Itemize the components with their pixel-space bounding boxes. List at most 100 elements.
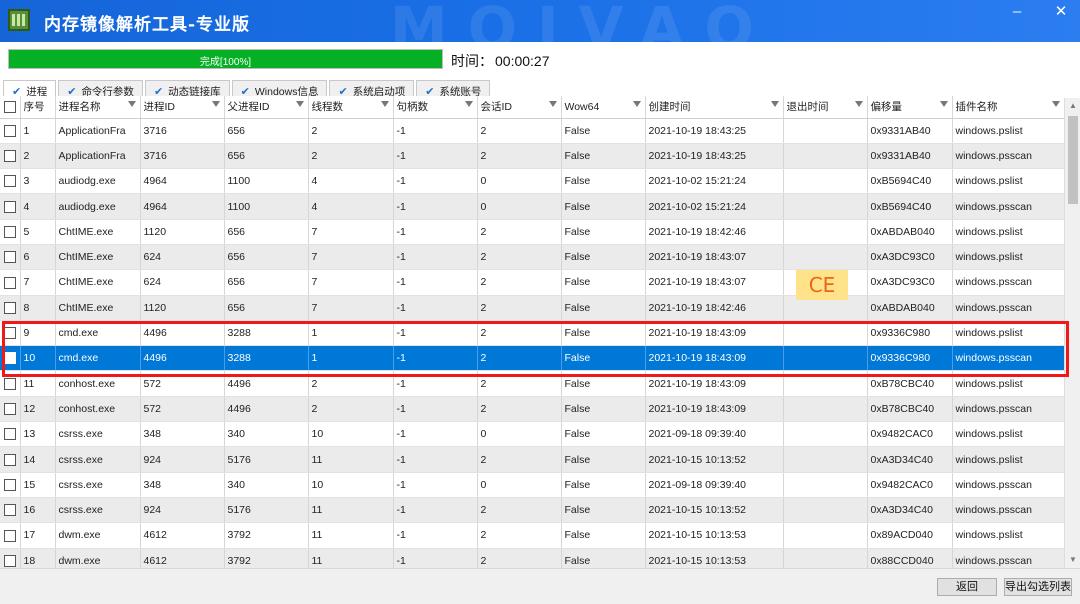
table-row[interactable]: 18 dwm.exe 4612 3792 11 -1 2 False 2021-10-15 10… [0, 548, 1064, 568]
row-checkbox[interactable] [3, 175, 16, 188]
row-checkbox[interactable] [3, 276, 16, 289]
table-cell: 5 [20, 219, 56, 245]
table-cell [783, 421, 868, 448]
table-cell: -1 [393, 396, 478, 423]
filter-icon[interactable] [1051, 101, 1060, 107]
table-row[interactable]: 15 csrss.exe 348 340 10 -1 0 False 2021-09-18 09… [0, 472, 1064, 498]
column-header-label: 创建时间 [648, 101, 691, 114]
column-header[interactable]: 线程数 [308, 96, 394, 119]
row-checkbox[interactable] [3, 377, 16, 390]
row-checkbox[interactable] [3, 453, 16, 466]
row-checkbox[interactable] [3, 554, 16, 567]
table-row[interactable]: 12 conhost.exe 572 4496 2 -1 2 False 2021-10-19 … [0, 396, 1064, 423]
table-row[interactable]: 3 audiodg.exe 4964 1100 4 -1 0 False 2021-10-02 … [0, 168, 1064, 195]
table-cell: ChtIME.exe [55, 219, 141, 245]
table-cell: windows.pslist [952, 219, 1064, 245]
column-header[interactable]: 退出时间 [783, 96, 868, 119]
row-checkbox[interactable] [3, 225, 16, 238]
row-checkbox[interactable] [3, 327, 16, 340]
table-cell: 0xABDAB040 [867, 295, 953, 321]
table-cell: 3716 [140, 143, 225, 170]
table-row[interactable]: 16 csrss.exe 924 5176 11 -1 2 False 2021-10-15 1… [0, 497, 1064, 524]
row-checkbox[interactable] [3, 150, 16, 163]
column-header[interactable]: 序号 [20, 96, 56, 119]
row-checkbox[interactable] [3, 200, 16, 213]
table-row[interactable]: 4 audiodg.exe 4964 1100 4 -1 0 False 2021-10-02 … [0, 193, 1064, 220]
table-cell: ChtIME.exe [55, 295, 141, 321]
filter-icon[interactable] [939, 101, 948, 107]
close-icon[interactable]: ✕ [1044, 0, 1078, 26]
column-header[interactable]: 会话ID [477, 96, 562, 119]
back-button[interactable]: 返回 [937, 578, 997, 596]
table-cell: 2021-10-19 18:43:25 [645, 118, 784, 144]
table-cell: windows.pslist [952, 421, 1064, 448]
scroll-up-icon[interactable]: ▲ [1065, 98, 1080, 114]
row-checkbox[interactable] [3, 529, 16, 542]
table-row[interactable]: 8 ChtIME.exe 1120 656 7 -1 2 False 2021-10-19 18… [0, 295, 1064, 321]
vertical-scrollbar[interactable]: ▲ ▼ [1064, 98, 1080, 568]
table-cell: 2 [477, 548, 562, 568]
table-row[interactable]: 17 dwm.exe 4612 3792 11 -1 2 False 2021-10-15 10… [0, 522, 1064, 549]
table-row[interactable]: 7 ChtIME.exe 624 656 7 -1 2 False 2021-10-19 18:… [0, 269, 1064, 296]
select-all-checkbox[interactable] [3, 100, 16, 113]
column-header[interactable]: 偏移量 [867, 96, 953, 119]
filter-icon[interactable] [127, 101, 136, 107]
filter-icon[interactable] [770, 101, 779, 107]
table-cell: -1 [393, 295, 478, 321]
row-checkbox[interactable] [3, 403, 16, 416]
column-header[interactable]: 父进程ID [224, 96, 309, 119]
table-cell: 4964 [140, 168, 225, 195]
row-checkbox[interactable] [3, 124, 16, 137]
table-row[interactable]: 10 cmd.exe 4496 3288 1 -1 2 False 2021-10-19 18:… [0, 345, 1064, 372]
window-title: 内存镜像解析工具-专业版 [44, 15, 251, 35]
filter-icon[interactable] [211, 101, 220, 107]
scroll-thumb[interactable] [1068, 116, 1078, 204]
table-cell: 0 [477, 168, 562, 195]
table-cell: 3792 [224, 522, 309, 549]
row-checkbox[interactable] [3, 428, 16, 441]
table-cell: windows.psscan [952, 345, 1064, 372]
table-row[interactable]: 2 ApplicationFra 3716 656 2 -1 2 False 2021-10-1… [0, 143, 1064, 170]
table-row[interactable]: 5 ChtIME.exe 1120 656 7 -1 2 False 2021-10-19 18… [0, 219, 1064, 245]
table-cell: 3288 [224, 345, 309, 372]
filter-icon[interactable] [295, 101, 304, 107]
table-cell: 2021-10-19 18:43:09 [645, 345, 784, 372]
table-cell: 1 [308, 345, 394, 372]
row-checkbox[interactable] [3, 301, 16, 314]
row-checkbox[interactable] [3, 478, 16, 491]
column-header[interactable]: 句柄数 [393, 96, 478, 119]
column-header[interactable]: Wow64 [561, 96, 646, 119]
column-header-label: 退出时间 [786, 101, 829, 114]
table-row[interactable]: 9 cmd.exe 4496 3288 1 -1 2 False 2021-10-19 18:4… [0, 320, 1064, 347]
export-selected-button[interactable]: 导出勾选列表 [1004, 578, 1072, 596]
table-cell: 2021-10-19 18:43:09 [645, 396, 784, 423]
row-checkbox-cell [0, 244, 21, 271]
table-row[interactable]: 1 ApplicationFra 3716 656 2 -1 2 False 2021-10-1… [0, 118, 1064, 144]
filter-icon[interactable] [854, 101, 863, 107]
filter-icon[interactable] [380, 101, 389, 107]
table-cell: -1 [393, 193, 478, 220]
filter-icon[interactable] [464, 101, 473, 107]
filter-icon[interactable] [548, 101, 557, 107]
table-row[interactable]: 6 ChtIME.exe 624 656 7 -1 2 False 2021-10-19 18:… [0, 244, 1064, 271]
scroll-down-icon[interactable]: ▼ [1065, 552, 1080, 568]
table-cell: 2 [308, 396, 394, 423]
table-row[interactable]: 13 csrss.exe 348 340 10 -1 0 False 2021-09-18 09… [0, 421, 1064, 448]
table-cell: 1 [308, 320, 394, 347]
column-header[interactable]: 进程ID [140, 96, 225, 119]
minimize-icon[interactable]: – [1000, 0, 1034, 26]
column-header[interactable]: 插件名称 [952, 96, 1064, 119]
row-checkbox-cell [0, 219, 21, 245]
column-header-label: 偏移量 [870, 101, 903, 114]
table-row[interactable]: 11 conhost.exe 572 4496 2 -1 2 False 2021-10-19 … [0, 370, 1064, 397]
filter-icon[interactable] [632, 101, 641, 107]
table-cell: 7 [308, 269, 394, 296]
row-checkbox[interactable] [3, 504, 16, 517]
table-cell: 0x9331AB40 [867, 143, 953, 170]
row-checkbox[interactable] [3, 251, 16, 264]
table-cell: 2021-09-18 09:39:40 [645, 472, 784, 498]
column-header[interactable]: 进程名称 [55, 96, 141, 119]
row-checkbox[interactable] [3, 352, 16, 365]
table-row[interactable]: 14 csrss.exe 924 5176 11 -1 2 False 2021-10-15 1… [0, 446, 1064, 473]
column-header[interactable]: 创建时间 [645, 96, 784, 119]
